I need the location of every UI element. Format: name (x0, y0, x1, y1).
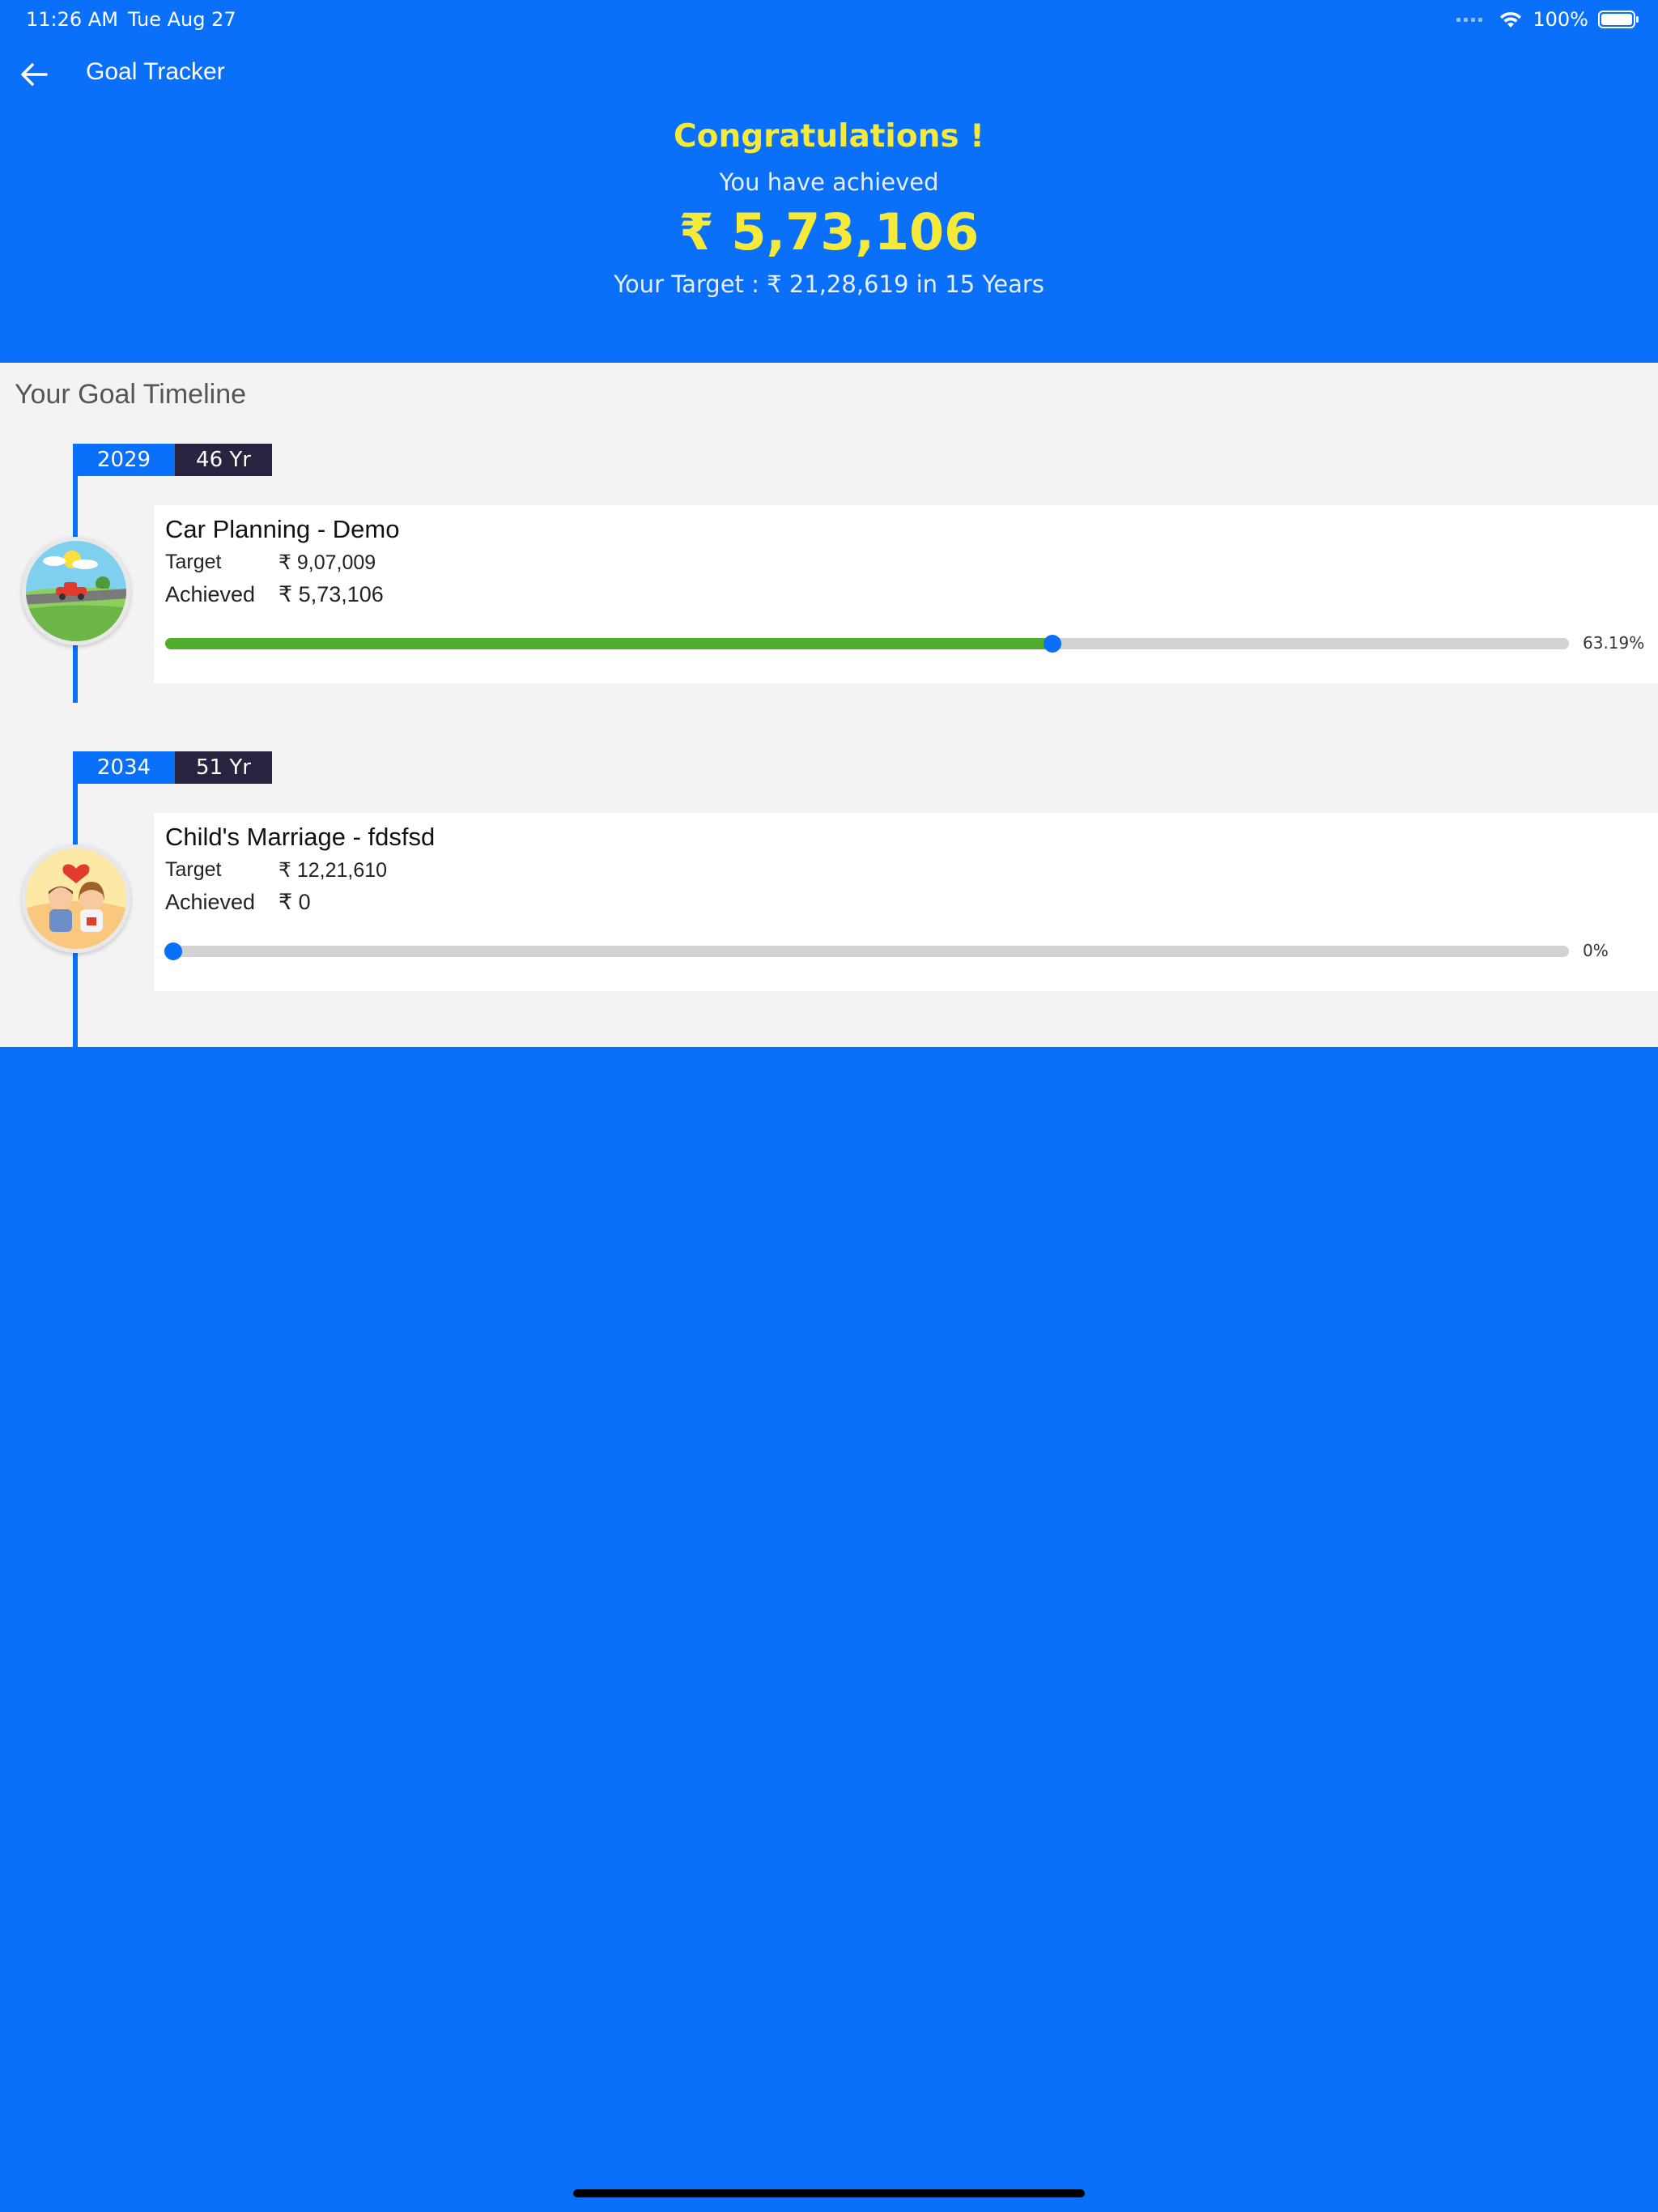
page-title: Goal Tracker (86, 58, 225, 85)
status-time: 11:26 AM (26, 8, 118, 31)
progress-fill (165, 638, 1052, 649)
target-summary: Your Target : ₹ 21,28,619 in 15 Years (614, 270, 1044, 298)
goal-age: 46 Yr (175, 444, 272, 476)
goal-timeline-panel: Your Goal Timeline 2029 46 Yr Car Planni… (0, 363, 1658, 1047)
battery-icon (1598, 11, 1639, 28)
achieved-value: ₹ 5,73,106 (278, 582, 384, 606)
achieved-label: Achieved (165, 582, 256, 606)
progress-percent: 63.19% (1583, 633, 1645, 653)
couple-illustration-icon (22, 844, 130, 953)
target-value: ₹ 12,21,610 (278, 859, 388, 882)
status-bar: 11:26 AM Tue Aug 27 100% (0, 0, 1658, 39)
goal-name: Car Planning - Demo (165, 515, 400, 543)
battery-percent: 100% (1533, 8, 1588, 31)
congrats-heading: Congratulations ! (674, 118, 984, 155)
progress-track (164, 942, 1569, 960)
progress-track (165, 635, 1569, 653)
progress-percent: 0% (1583, 941, 1609, 960)
home-indicator[interactable] (573, 2189, 1085, 2197)
status-indicators: 100% (1456, 6, 1639, 32)
back-arrow-icon (21, 63, 48, 86)
achieved-amount: ₹ 5,73,106 (678, 202, 980, 262)
progress-knob (164, 942, 183, 960)
target-label: Target (165, 858, 222, 881)
achieved-label: Achieved (165, 890, 256, 914)
section-title: Your Goal Timeline (15, 379, 247, 410)
progress-knob (1043, 635, 1061, 653)
year-tag: 2034 51 Yr (73, 751, 272, 784)
car-illustration-icon (22, 537, 130, 645)
goal-card[interactable]: Car Planning - Demo Target ₹ 9,07,009 Ac… (154, 505, 1658, 683)
year-tag: 2029 46 Yr (73, 444, 272, 476)
back-button[interactable] (15, 55, 53, 94)
goal-card[interactable]: Child's Marriage - fdsfsd Target ₹ 12,21… (154, 813, 1658, 991)
target-label: Target (165, 551, 222, 573)
achieved-label: You have achieved (719, 168, 939, 196)
goal-year: 2029 (73, 444, 175, 476)
status-date: Tue Aug 27 (128, 8, 236, 31)
goal-year: 2034 (73, 751, 175, 784)
wifi-icon (1500, 11, 1522, 28)
nav-bar: Goal Tracker (0, 45, 1658, 102)
cellular-dots-icon (1456, 17, 1483, 22)
achieved-value: ₹ 0 (278, 890, 311, 914)
target-value: ₹ 9,07,009 (278, 551, 376, 574)
header: 11:26 AM Tue Aug 27 100% Goal Tracker Co… (0, 0, 1658, 363)
goal-name: Child's Marriage - fdsfsd (165, 823, 436, 851)
goal-age: 51 Yr (175, 751, 272, 784)
